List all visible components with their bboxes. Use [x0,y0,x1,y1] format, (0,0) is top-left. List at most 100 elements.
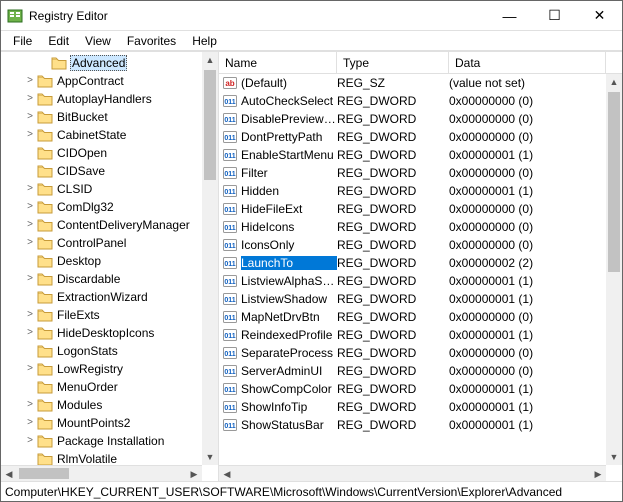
value-row[interactable]: 011ListviewShadowREG_DWORD0x00000001 (1) [219,290,606,308]
tree-item-label: Modules [56,398,103,412]
menu-help[interactable]: Help [184,32,225,50]
tree-item-label: AppContract [56,74,125,88]
dword-value-icon: 011 [219,255,241,271]
value-row[interactable]: 011IconsOnlyREG_DWORD0x00000000 (0) [219,236,606,254]
scroll-down-icon[interactable]: ▼ [606,449,622,465]
expand-icon[interactable]: > [23,238,37,248]
menu-edit[interactable]: Edit [40,32,77,50]
tree-item-label: MenuOrder [56,380,119,394]
values-scrollbar-vertical[interactable]: ▲ ▼ [606,74,622,465]
tree-pane[interactable]: Advanced > AppContract >AutoplayHandlers>Bi… [1,52,219,481]
menu-view[interactable]: View [77,32,119,50]
expand-icon[interactable]: > [23,310,37,320]
tree-item[interactable]: CIDOpen [1,144,202,162]
expand-icon[interactable]: > [23,202,37,212]
value-row[interactable]: 011ListviewAlphaSe...REG_DWORD0x00000001… [219,272,606,290]
tree-item[interactable]: >MountPoints2 [1,414,202,432]
expand-icon[interactable]: > [23,130,37,140]
expand-icon[interactable]: > [23,364,37,374]
tree-item[interactable]: CIDSave [1,162,202,180]
tree-item[interactable]: >CLSID [1,180,202,198]
tree-item[interactable]: >BitBucket [1,108,202,126]
value-row[interactable]: 011DontPrettyPathREG_DWORD0x00000000 (0) [219,128,606,146]
expand-icon[interactable]: > [23,436,37,446]
expand-icon[interactable]: > [23,274,37,284]
value-row[interactable]: 011SeparateProcessREG_DWORD0x00000000 (0… [219,344,606,362]
value-data: 0x00000001 (1) [449,418,606,432]
value-row[interactable]: 011ShowInfoTipREG_DWORD0x00000001 (1) [219,398,606,416]
value-row[interactable]: ab(Default)REG_SZ(value not set) [219,74,606,92]
menu-favorites[interactable]: Favorites [119,32,184,50]
tree-item[interactable]: > Modules [1,396,202,414]
column-header-name[interactable]: Name [219,52,337,73]
value-row[interactable]: 011HideIconsREG_DWORD0x00000000 (0) [219,218,606,236]
tree-item-label: ContentDeliveryManager [56,218,191,232]
scroll-up-icon[interactable]: ▲ [606,74,622,90]
tree-item[interactable]: >AutoplayHandlers [1,90,202,108]
expand-icon[interactable]: > [23,328,37,338]
scroll-thumb[interactable] [19,468,69,479]
expand-icon[interactable]: > [23,76,37,86]
values-pane[interactable]: Name Type Data ab(Default)REG_SZ(value n… [219,52,622,481]
value-name: Hidden [241,184,337,198]
tree-item[interactable]: ExtractionWizard [1,288,202,306]
tree-item[interactable]: >ComDlg32 [1,198,202,216]
value-row[interactable]: 011ShowStatusBarREG_DWORD0x00000001 (1) [219,416,606,434]
value-row[interactable]: 011HiddenREG_DWORD0x00000001 (1) [219,182,606,200]
tree-scrollbar-horizontal[interactable]: ◀ ▶ [1,465,202,481]
value-data: 0x00000002 (2) [449,256,606,270]
expand-icon[interactable]: > [23,94,37,104]
expand-icon[interactable]: > [23,418,37,428]
value-row[interactable]: 011ServerAdminUIREG_DWORD0x00000000 (0) [219,362,606,380]
column-header-data[interactable]: Data [449,52,606,73]
scroll-thumb[interactable] [204,70,216,180]
value-row[interactable]: 011AutoCheckSelectREG_DWORD0x00000000 (0… [219,92,606,110]
value-row[interactable]: 011EnableStartMenuREG_DWORD0x00000001 (1… [219,146,606,164]
value-type: REG_DWORD [337,274,449,288]
status-bar: Computer\HKEY_CURRENT_USER\SOFTWARE\Micr… [1,481,622,501]
scroll-down-icon[interactable]: ▼ [202,449,218,465]
maximize-button[interactable]: ☐ [532,1,577,30]
menu-file[interactable]: File [5,32,40,50]
close-button[interactable]: ✕ [577,1,622,30]
scroll-left-icon[interactable]: ◀ [219,466,235,481]
folder-icon [37,74,53,88]
tree-item[interactable]: > ContentDeliveryManager [1,216,202,234]
value-row[interactable]: 011DisablePreviewD...REG_DWORD0x00000000… [219,110,606,128]
tree-item[interactable]: > AppContract [1,72,202,90]
value-row[interactable]: 011HideFileExtREG_DWORD0x00000000 (0) [219,200,606,218]
scroll-right-icon[interactable]: ▶ [590,466,606,481]
tree-item[interactable]: MenuOrder [1,378,202,396]
scroll-right-icon[interactable]: ▶ [186,466,202,481]
titlebar[interactable]: Registry Editor — ☐ ✕ [1,1,622,31]
tree-item[interactable]: >FileExts [1,306,202,324]
tree-item[interactable]: >HideDesktopIcons [1,324,202,342]
expand-icon[interactable]: > [23,400,37,410]
column-header-type[interactable]: Type [337,52,449,73]
tree-scrollbar-vertical[interactable]: ▲ ▼ [202,52,218,465]
expand-icon[interactable]: > [23,184,37,194]
tree-item[interactable]: >Discardable [1,270,202,288]
value-row[interactable]: 011MapNetDrvBtnREG_DWORD0x00000000 (0) [219,308,606,326]
value-row[interactable]: 011ReindexedProfileREG_DWORD0x00000001 (… [219,326,606,344]
tree-item[interactable]: >LowRegistry [1,360,202,378]
tree-item-label: ExtractionWizard [56,290,149,304]
value-type: REG_DWORD [337,130,449,144]
tree-item[interactable]: Advanced [1,54,202,72]
scroll-up-icon[interactable]: ▲ [202,52,218,68]
scroll-left-icon[interactable]: ◀ [1,466,17,481]
value-row[interactable]: 011LaunchToREG_DWORD0x00000002 (2) [219,254,606,272]
values-scrollbar-horizontal[interactable]: ◀ ▶ [219,465,606,481]
minimize-button[interactable]: — [487,1,532,30]
value-row[interactable]: 011FilterREG_DWORD0x00000000 (0) [219,164,606,182]
tree-item[interactable]: Desktop [1,252,202,270]
value-row[interactable]: 011ShowCompColorREG_DWORD0x00000001 (1) [219,380,606,398]
tree-item[interactable]: >Package Installation [1,432,202,450]
value-data: 0x00000000 (0) [449,310,606,324]
tree-item[interactable]: >CabinetState [1,126,202,144]
expand-icon[interactable]: > [23,112,37,122]
expand-icon[interactable]: > [23,220,37,230]
tree-item[interactable]: >ControlPanel [1,234,202,252]
tree-item[interactable]: LogonStats [1,342,202,360]
scroll-thumb[interactable] [608,92,620,272]
